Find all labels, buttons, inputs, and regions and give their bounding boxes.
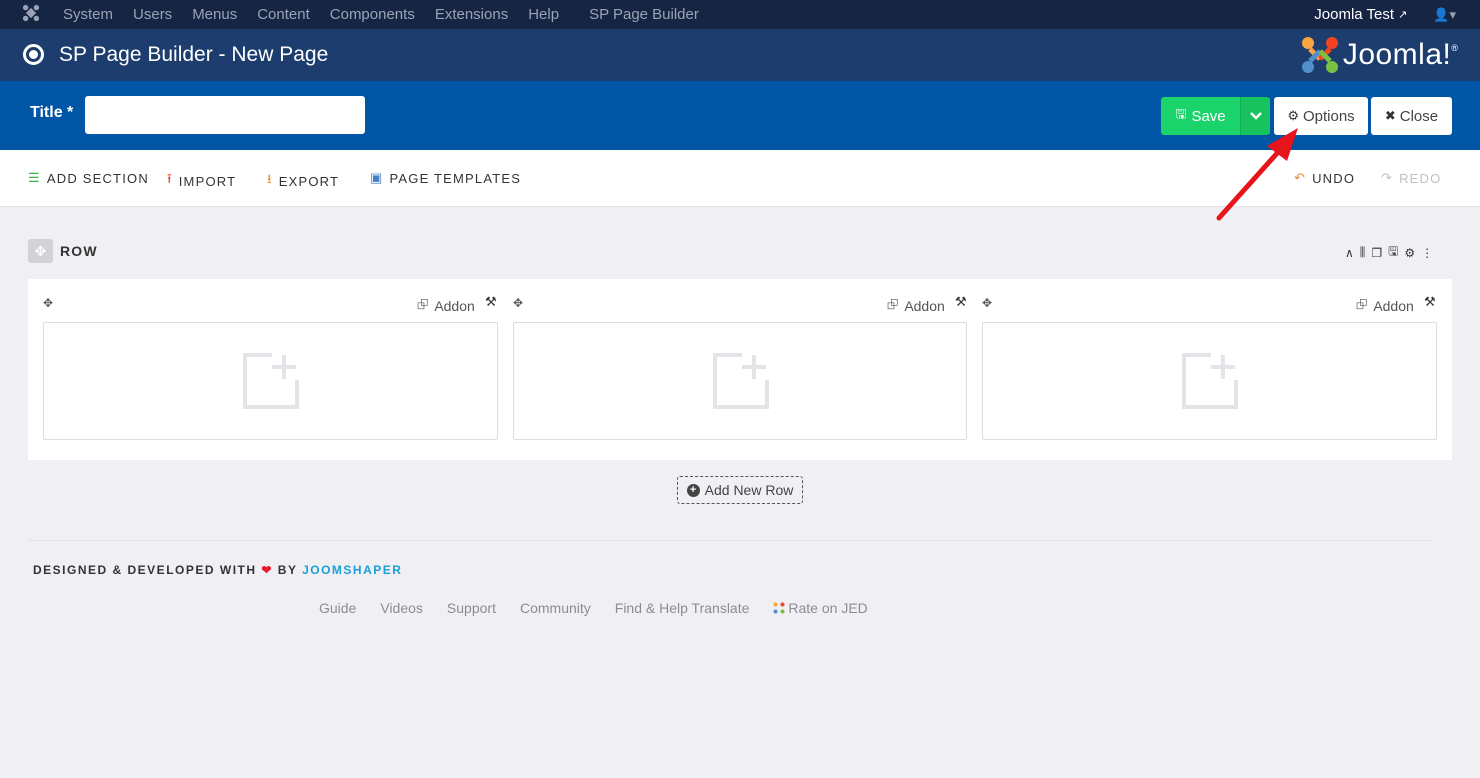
column-move-icon[interactable]: ✥ (982, 296, 992, 310)
add-addon-placeholder-icon (243, 353, 299, 409)
row-move-handle-icon[interactable]: ✥ (28, 239, 53, 263)
menu-item-menus[interactable]: Menus (192, 6, 237, 23)
menu-item-system[interactable]: System (63, 6, 113, 23)
menu-item-components[interactable]: Components (330, 6, 415, 23)
external-link-icon: ↗ (1398, 9, 1408, 21)
add-section-label: ADD SECTION (46, 170, 149, 186)
row-title: ROW (60, 243, 98, 259)
user-menu-icon[interactable]: 👤▾ (1433, 7, 1456, 23)
support-link[interactable]: Support (447, 600, 496, 616)
export-button[interactable]: ⭳ EXPORT (267, 170, 339, 192)
menu-item-extensions[interactable]: Extensions (435, 6, 508, 23)
joomla-wordmark: Joomla! (1342, 38, 1452, 71)
page-templates-label: PAGE TEMPLATES (389, 170, 522, 186)
add-addon-icon: ⮺ (887, 296, 899, 312)
translate-link[interactable]: Find & Help Translate (615, 600, 750, 616)
more-options-icon[interactable]: ⋮ (1421, 246, 1433, 260)
page-title: SP Page Builder - New Page (59, 43, 329, 66)
site-link[interactable]: Joomla Test (1314, 6, 1394, 23)
title-input[interactable] (85, 96, 365, 134)
import-label: IMPORT (178, 173, 237, 189)
credit-prefix: DESIGNED & DEVELOPED WITH (33, 563, 257, 577)
title-label: Title * (30, 104, 74, 121)
row-container: ✥ ⮺ Addon ⚒ ✥ ⮺ Addon ⚒ ✥ ⮺ Addon ⚒ (28, 279, 1452, 460)
topnav-right: Joomla Test ↗ 👤▾ (1314, 0, 1456, 29)
column-settings-icon[interactable]: ⚒ (485, 294, 497, 310)
undo-label: UNDO (1312, 170, 1356, 186)
redo-button[interactable]: ↷ REDO (1381, 170, 1441, 186)
page-builder-icon (23, 44, 44, 65)
column: ✥ ⮺ Addon ⚒ (28, 279, 498, 460)
community-link[interactable]: Community (520, 600, 591, 616)
menu-item-sp-page-builder[interactable]: SP Page Builder (589, 6, 699, 23)
heart-icon: ❤ (261, 563, 273, 577)
joomla-small-icon (773, 602, 785, 614)
add-addon-icon: ⮺ (1356, 296, 1368, 312)
column: ✥ ⮺ Addon ⚒ (967, 279, 1437, 460)
annotation-arrow-icon (1216, 128, 1298, 221)
save-row-icon[interactable]: 🖫 (1388, 242, 1398, 263)
rate-on-jed-label: Rate on JED (788, 600, 868, 616)
chevron-down-icon (1249, 112, 1262, 120)
plus-circle-icon: + (686, 483, 700, 497)
row-header: ✥ ROW (28, 239, 98, 263)
add-section-button[interactable]: ☰ ADD SECTION (28, 170, 149, 186)
add-addon-button[interactable]: ⮺ Addon (1356, 294, 1414, 318)
column-move-icon[interactable]: ✥ (513, 296, 523, 310)
column-settings-icon[interactable]: ⚒ (955, 294, 967, 310)
close-icon: ✖ (1384, 108, 1396, 123)
redo-icon: ↷ (1381, 170, 1394, 185)
duplicate-icon[interactable]: ❐ (1371, 246, 1382, 260)
row-tools: ∧ ⫼ ❐ 🖫 ⚙ ⋮ (1345, 242, 1439, 263)
export-label: EXPORT (278, 173, 340, 189)
add-addon-label: Addon (434, 298, 475, 314)
column-dropzone[interactable] (43, 322, 498, 440)
joomla-logo-icon (1301, 37, 1338, 73)
menu-item-content[interactable]: Content (257, 6, 310, 23)
templates-icon: ▣ (370, 170, 384, 185)
collapse-icon[interactable]: ∧ (1345, 246, 1354, 260)
admin-menu: System Users Menus Content Components Ex… (63, 0, 719, 29)
close-button[interactable]: ✖ Close (1371, 97, 1452, 135)
registered-mark: ® (1451, 43, 1458, 53)
add-addon-label: Addon (1373, 298, 1414, 314)
columns-icon[interactable]: ⫼ (1360, 245, 1366, 260)
admin-top-nav: System Users Menus Content Components Ex… (0, 0, 1480, 29)
row-settings-icon[interactable]: ⚙ (1404, 246, 1415, 260)
footer-credit: DESIGNED & DEVELOPED WITH ❤ BY JOOMSHAPE… (33, 563, 402, 577)
add-addon-button[interactable]: ⮺ Addon (887, 294, 945, 318)
add-addon-button[interactable]: ⮺ Addon (417, 294, 475, 318)
joomla-menu-icon[interactable] (22, 4, 40, 22)
add-section-icon: ☰ (28, 170, 41, 185)
add-addon-placeholder-icon (1182, 353, 1238, 409)
column-settings-icon[interactable]: ⚒ (1424, 294, 1436, 310)
page-header: SP Page Builder - New Page Joomla! ® (0, 29, 1480, 81)
redo-label: REDO (1399, 170, 1442, 186)
column-dropzone[interactable] (982, 322, 1437, 440)
joomshaper-link[interactable]: JOOMSHAPER (302, 563, 402, 577)
add-new-row-label: Add New Row (704, 482, 794, 498)
column-move-icon[interactable]: ✥ (43, 296, 53, 310)
footer-links: Guide Videos Support Community Find & He… (319, 600, 916, 616)
rate-on-jed-link[interactable]: Rate on JED (773, 600, 891, 616)
add-addon-label: Addon (904, 298, 945, 314)
column-dropzone[interactable] (513, 322, 967, 440)
import-button[interactable]: ⭱ IMPORT (167, 170, 236, 192)
footer-divider (28, 540, 1432, 541)
credit-by: BY (277, 563, 298, 577)
menu-item-users[interactable]: Users (133, 6, 172, 23)
close-button-label: Close (1399, 107, 1439, 125)
joomla-brand: Joomla! ® (1301, 35, 1458, 75)
videos-link[interactable]: Videos (380, 600, 423, 616)
add-addon-placeholder-icon (713, 353, 769, 409)
upload-icon: ⭱ (167, 171, 173, 186)
guide-link[interactable]: Guide (319, 600, 356, 616)
menu-item-help[interactable]: Help (528, 6, 559, 23)
column: ✥ ⮺ Addon ⚒ (498, 279, 967, 460)
download-icon: ⭳ (267, 171, 273, 186)
save-icon: 🖫 (1175, 106, 1187, 121)
page-templates-button[interactable]: ▣ PAGE TEMPLATES (370, 170, 521, 186)
add-addon-icon: ⮺ (417, 296, 429, 312)
add-new-row-button[interactable]: + Add New Row (677, 476, 803, 504)
